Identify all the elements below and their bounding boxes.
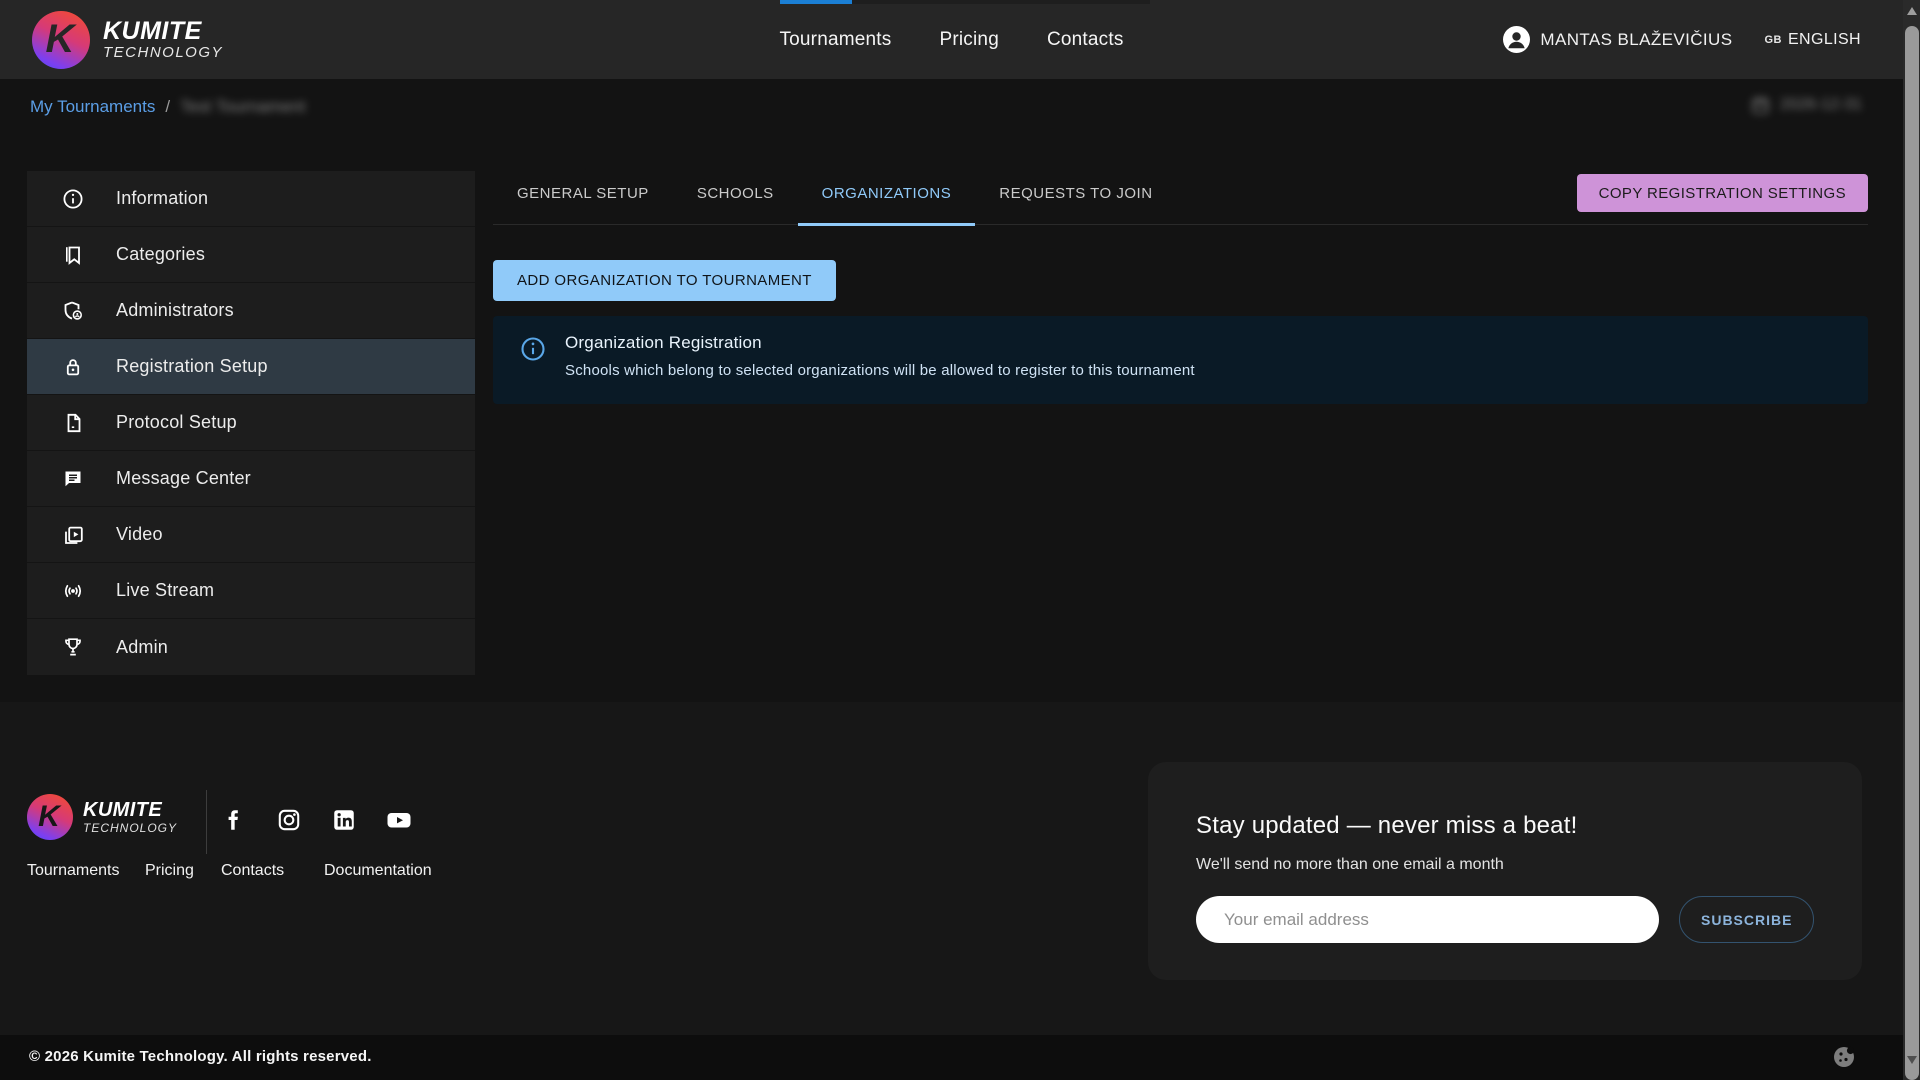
- main-content: GENERAL SETUP SCHOOLS ORGANIZATIONS REQU…: [493, 171, 1868, 225]
- nav-contacts[interactable]: Contacts: [1047, 29, 1124, 51]
- sidebar-item-message-center[interactable]: Message Center: [27, 451, 475, 507]
- youtube-icon[interactable]: [385, 806, 413, 834]
- page: K KUMITE TECHNOLOGY Tournaments Pricing …: [0, 0, 1903, 1080]
- sidebar-item-registration-setup[interactable]: Registration Setup: [27, 339, 475, 395]
- sidebar-item-label: Protocol Setup: [116, 412, 237, 433]
- brand-mark: K: [46, 17, 75, 62]
- tab-organizations[interactable]: ORGANIZATIONS: [798, 171, 976, 225]
- lock-icon: [61, 355, 85, 379]
- email-input[interactable]: [1196, 896, 1659, 943]
- avatar-icon[interactable]: [1503, 26, 1530, 53]
- footer-logo-icon: K: [27, 794, 73, 840]
- language-switcher[interactable]: GB ENGLISH: [1764, 31, 1861, 49]
- alert-body: Schools which belong to selected organiz…: [565, 362, 1195, 379]
- message-icon: [61, 467, 85, 491]
- footer-divider: [206, 790, 207, 854]
- sidebar-item-live-stream[interactable]: Live Stream: [27, 563, 475, 619]
- scrollbar-down-arrow[interactable]: [1907, 1056, 1917, 1064]
- subscribe-button[interactable]: SUBSCRIBE: [1679, 896, 1814, 943]
- language-flag: GB: [1764, 34, 1782, 46]
- nav-pricing[interactable]: Pricing: [939, 29, 998, 51]
- cookie-settings-icon[interactable]: [1832, 1045, 1856, 1069]
- alert-title: Organization Registration: [565, 333, 1195, 353]
- footer: K KUMITE TECHNOLOGY: [0, 702, 1903, 1035]
- brand-name: KUMITE: [103, 18, 223, 44]
- breadcrumb-current-redacted: Test Tournament: [180, 97, 305, 117]
- sidebar-item-label: Video: [116, 524, 163, 545]
- sidebar-item-admin[interactable]: Admin: [27, 619, 475, 675]
- footer-logo[interactable]: K KUMITE TECHNOLOGY: [27, 794, 177, 840]
- broadcast-icon: [61, 579, 85, 603]
- sidebar-item-label: Message Center: [116, 468, 251, 489]
- footer-link-pricing[interactable]: Pricing: [145, 862, 221, 880]
- breadcrumb-my-tournaments[interactable]: My Tournaments: [30, 97, 155, 117]
- sidebar-item-administrators[interactable]: Administrators: [27, 283, 475, 339]
- sidebar-item-label: Information: [116, 188, 208, 209]
- linkedin-icon[interactable]: [330, 806, 358, 834]
- app-header: K KUMITE TECHNOLOGY Tournaments Pricing …: [0, 0, 1903, 79]
- copy-registration-settings-button[interactable]: COPY REGISTRATION SETTINGS: [1577, 174, 1868, 212]
- social-links: [220, 806, 413, 834]
- info-icon: [61, 187, 85, 211]
- user-area: MANTAS BLAŽEVIČIUS GB ENGLISH: [1503, 26, 1861, 53]
- footer-link-tournaments[interactable]: Tournaments: [27, 862, 145, 880]
- tab-requests-to-join[interactable]: REQUESTS TO JOIN: [975, 171, 1176, 225]
- bottom-bar: © 2026 Kumite Technology. All rights res…: [0, 1035, 1903, 1080]
- main-nav: Tournaments Pricing Contacts: [779, 29, 1123, 51]
- newsletter-card: Stay updated — never miss a beat! We'll …: [1148, 762, 1862, 980]
- add-organization-button[interactable]: ADD ORGANIZATION TO TOURNAMENT: [493, 260, 836, 301]
- sidebar-item-label: Categories: [116, 244, 205, 265]
- sidebar-item-video[interactable]: Video: [27, 507, 475, 563]
- copyright-text: © 2026 Kumite Technology. All rights res…: [29, 1048, 372, 1065]
- breadcrumb: My Tournaments / Test Tournament: [30, 97, 305, 117]
- footer-link-documentation[interactable]: Documentation: [324, 862, 432, 880]
- brand-logo[interactable]: K KUMITE TECHNOLOGY: [32, 11, 223, 69]
- nav-tournaments[interactable]: Tournaments: [779, 29, 891, 51]
- facebook-icon[interactable]: [220, 806, 248, 834]
- breadcrumb-separator: /: [165, 97, 170, 117]
- sidebar-item-information[interactable]: Information: [27, 171, 475, 227]
- scrollbar[interactable]: [1903, 0, 1920, 1080]
- tabs-row: GENERAL SETUP SCHOOLS ORGANIZATIONS REQU…: [493, 171, 1868, 225]
- calendar-icon: [1750, 94, 1771, 115]
- sidebar-item-label: Administrators: [116, 300, 234, 321]
- tournament-date-redacted: 2026-12-31: [1750, 94, 1862, 115]
- newsletter-title: Stay updated — never miss a beat!: [1196, 812, 1814, 840]
- language-label: ENGLISH: [1788, 31, 1861, 49]
- scrollbar-thumb[interactable]: [1905, 26, 1919, 1080]
- loading-bar: [780, 0, 852, 4]
- sidebar-item-label: Live Stream: [116, 580, 214, 601]
- video-library-icon: [61, 523, 85, 547]
- document-icon: [61, 411, 85, 435]
- sidebar: Information Categories Administrator: [27, 171, 475, 675]
- tab-general-setup[interactable]: GENERAL SETUP: [493, 171, 673, 225]
- alert-info-icon: [519, 333, 549, 387]
- footer-link-contacts[interactable]: Contacts: [221, 862, 324, 880]
- instagram-icon[interactable]: [275, 806, 303, 834]
- admin-shield-icon: [61, 299, 85, 323]
- sidebar-item-categories[interactable]: Categories: [27, 227, 475, 283]
- footer-brand-name: KUMITE: [83, 800, 177, 821]
- brand-logo-icon: K: [32, 11, 90, 69]
- footer-links: Tournaments Pricing Contacts Documentati…: [27, 862, 432, 880]
- user-name[interactable]: MANTAS BLAŽEVIČIUS: [1540, 30, 1732, 50]
- bookmark-icon: [61, 243, 85, 267]
- organization-registration-alert: Organization Registration Schools which …: [493, 316, 1868, 404]
- tab-schools[interactable]: SCHOOLS: [673, 171, 798, 225]
- scrollbar-up-arrow[interactable]: [1907, 7, 1917, 15]
- newsletter-subtitle: We'll send no more than one email a mont…: [1196, 856, 1814, 874]
- sidebar-item-label: Registration Setup: [116, 356, 268, 377]
- footer-brand-subtitle: TECHNOLOGY: [83, 821, 177, 835]
- loading-bar-track: [780, 0, 1150, 4]
- trophy-icon: [61, 635, 85, 659]
- sidebar-item-label: Admin: [116, 637, 168, 658]
- brand-subtitle: TECHNOLOGY: [103, 44, 223, 61]
- sidebar-item-protocol-setup[interactable]: Protocol Setup: [27, 395, 475, 451]
